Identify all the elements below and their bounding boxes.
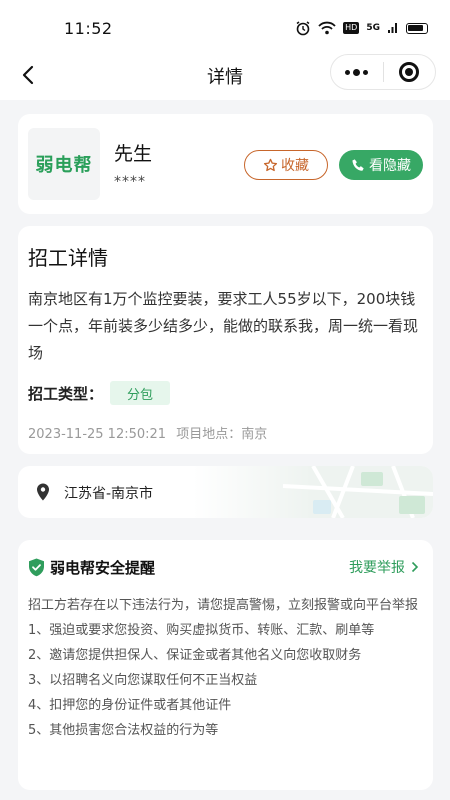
report-label: 我要举报 [349, 560, 405, 576]
job-location-value: 南京 [241, 427, 268, 442]
status-icons: HD 5G [295, 20, 428, 36]
safety-card: 弱电帮安全提醒 我要举报 招工方若存在以下违法行为，请您提高警惕，立刻报警或向平… [18, 540, 433, 790]
employer-card: 弱电帮 先生 **** 收藏 看隐藏 [18, 114, 433, 214]
target-icon [399, 62, 420, 82]
more-dot-icon [345, 69, 351, 75]
location-pin-icon [37, 483, 49, 501]
safety-item: 1、强迫或要求您投资、购买虚拟货币、转账、汇款、刷单等 [28, 623, 375, 638]
employer-name: 先生 [114, 143, 153, 165]
nav-bar: 详情 [0, 52, 450, 100]
job-type-label: 招工类型： [28, 385, 104, 403]
safety-item: 2、邀请您提供担保人、保证金或者其他名义向您收取财务 [28, 648, 362, 663]
job-location-label: 项目地点： [176, 427, 242, 442]
job-type-badge: 分包 [110, 381, 170, 405]
logo-text: 弱电帮 [35, 155, 93, 176]
alarm-icon [296, 21, 310, 36]
signal-bars-icon [388, 23, 397, 33]
safety-item: 3、以招聘名义向您谋取任何不正当权益 [28, 673, 258, 688]
more-button[interactable] [331, 54, 383, 90]
battery-icon [406, 22, 428, 34]
job-meta: 2023-11-25 12:50:21 项目地点：南京 [28, 423, 267, 442]
hd-icon: HD [343, 22, 360, 34]
status-bar: 11:52 HD 5G [0, 0, 450, 52]
more-dot-icon [363, 69, 369, 75]
report-link[interactable]: 我要举报 [349, 557, 419, 577]
wifi-icon [318, 21, 336, 35]
signal-5g-icon: 5G [366, 23, 380, 33]
location-card[interactable]: 江苏省-南京市 [18, 466, 433, 518]
chevron-right-icon [411, 561, 419, 573]
safety-body: 招工方若存在以下违法行为，请您提高警惕，立刻报警或向平台举报 1、强迫或要求您投… [28, 593, 428, 743]
show-hidden-button[interactable]: 看隐藏 [339, 150, 423, 180]
phone-icon [352, 158, 364, 171]
favorite-label: 收藏 [281, 158, 309, 174]
close-mini-program-button[interactable] [383, 54, 435, 90]
map-thumbnail [193, 466, 433, 518]
company-logo: 弱电帮 [28, 128, 100, 200]
safety-item: 4、扣押您的身份证件或者其他证件 [28, 698, 232, 713]
safety-intro: 招工方若存在以下违法行为，请您提高警惕，立刻报警或向平台举报 [28, 598, 419, 613]
mini-program-capsule [330, 54, 436, 90]
favorite-button[interactable]: 收藏 [244, 150, 328, 180]
job-detail-title: 招工详情 [28, 246, 108, 270]
show-hidden-label: 看隐藏 [369, 158, 411, 174]
more-dot-icon [353, 68, 361, 76]
safety-item: 5、其他损害您合法权益的行为等 [28, 723, 219, 738]
job-date: 2023-11-25 12:50:21 [28, 427, 167, 442]
job-detail-card: 招工详情 南京地区有1万个监控要装，要求工人55岁以下，200块钱一个点，年前装… [18, 226, 433, 454]
safety-title: 弱电帮安全提醒 [50, 559, 156, 577]
job-description: 南京地区有1万个监控要装，要求工人55岁以下，200块钱一个点，年前装多少结多少… [28, 290, 419, 362]
location-address: 江苏省-南京市 [64, 486, 154, 502]
shield-check-icon [29, 558, 44, 577]
status-time: 11:52 [64, 19, 113, 38]
star-icon [263, 158, 278, 171]
employer-phone-masked: **** [114, 174, 146, 190]
